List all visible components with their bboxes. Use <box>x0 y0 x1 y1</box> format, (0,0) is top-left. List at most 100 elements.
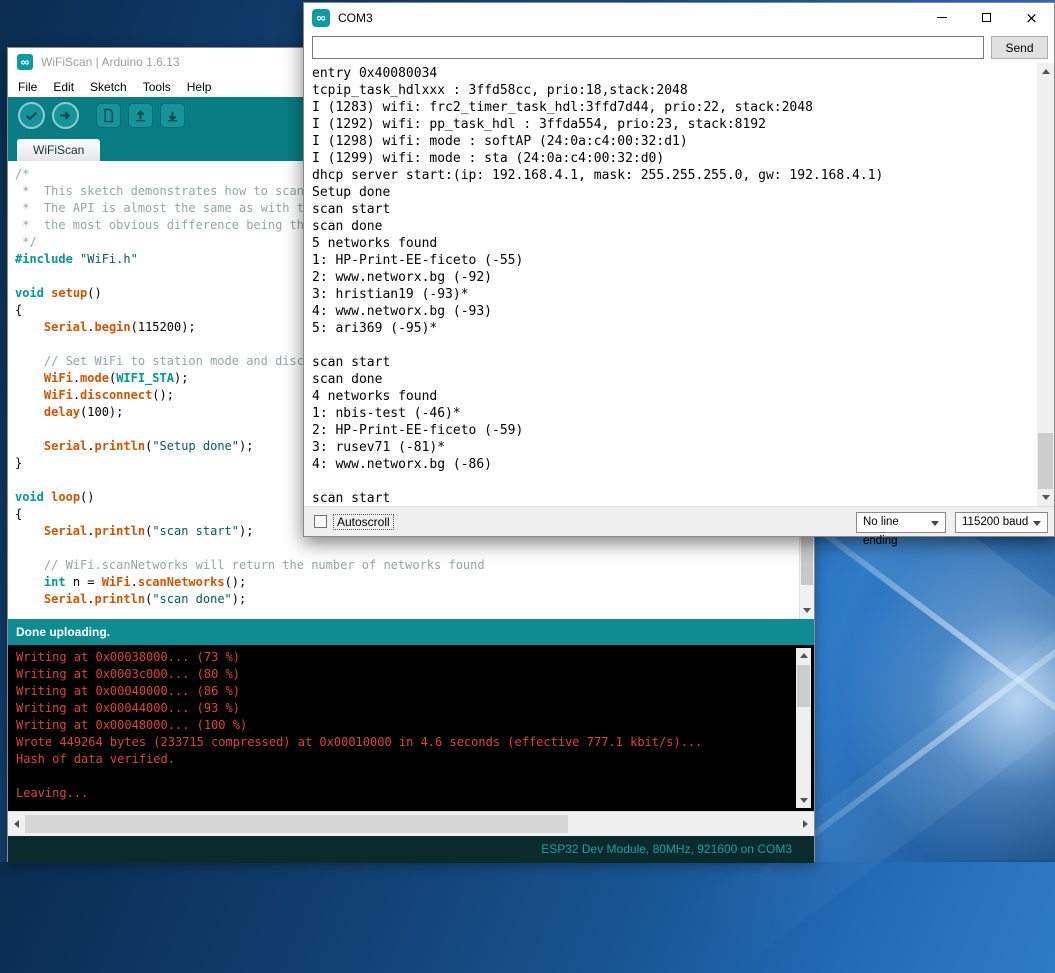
serial-output[interactable]: entry 0x40080034tcpip_task_hdlxxx : 3ffd… <box>305 63 1037 506</box>
serial-line: 4 networks found <box>312 388 1037 405</box>
console-scrollbar[interactable] <box>796 648 811 808</box>
serial-line: I (1283) wifi: frc2_timer_task_hdl:3ffd7… <box>312 99 1037 116</box>
serial-line: 5 networks found <box>312 235 1037 252</box>
serial-bottom-bar: Autoscroll No line ending 115200 baud <box>304 506 1054 536</box>
code-line: Serial.println("scan done"); <box>15 591 814 608</box>
tab-wifiscan[interactable]: WiFiScan <box>17 139 100 161</box>
scrollbar-thumb[interactable] <box>25 815 568 833</box>
scrollbar-thumb[interactable] <box>797 665 810 707</box>
triangle-down-icon <box>1042 495 1050 500</box>
new-sketch-button[interactable] <box>96 103 121 128</box>
scroll-down-button[interactable] <box>800 602 814 619</box>
menu-sketch[interactable]: Sketch <box>90 80 127 94</box>
code-line <box>15 540 814 557</box>
serial-line: Setup done <box>312 184 1037 201</box>
close-button[interactable]: × <box>1009 3 1054 32</box>
console-line: Writing at 0x00038000... (73 %) <box>16 649 806 666</box>
serial-line: scan start <box>312 490 1037 506</box>
serial-line: 2: www.networx.bg (-92) <box>312 269 1037 286</box>
triangle-left-icon <box>14 820 19 828</box>
scroll-up-button[interactable] <box>1037 63 1054 80</box>
ide-window-title: WiFiScan | Arduino 1.6.13 <box>41 55 180 69</box>
serial-line: scan start <box>312 201 1037 218</box>
scroll-down-button[interactable] <box>796 793 811 808</box>
arduino-logo-icon: ∞ <box>312 9 330 27</box>
line-ending-value: No line ending <box>863 516 899 547</box>
serial-line: 2: HP-Print-EE-ficeto (-59) <box>312 422 1037 439</box>
serial-line: 5: ari369 (-95)* <box>312 320 1037 337</box>
minimize-icon <box>937 17 947 18</box>
serial-monitor-window: ∞ COM3 × Send entry 0x40080034tcpip_task… <box>303 2 1055 537</box>
serial-line <box>312 337 1037 354</box>
upload-status-text: Done uploading. <box>16 625 110 639</box>
chevron-down-icon <box>931 521 939 526</box>
baud-select[interactable]: 115200 baud <box>955 512 1048 533</box>
scroll-right-button[interactable] <box>797 812 814 836</box>
window-controls: × <box>919 3 1054 32</box>
menu-edit[interactable]: Edit <box>53 80 74 94</box>
serial-line: tcpip_task_hdlxxx : 3ffd58cc, prio:18,st… <box>312 82 1037 99</box>
console-line <box>16 768 806 785</box>
console-line: Writing at 0x00040000... (86 %) <box>16 683 806 700</box>
code-line: int n = WiFi.scanNetworks(); <box>15 574 814 591</box>
triangle-up-icon <box>800 653 808 658</box>
upload-status-bar: Done uploading. <box>8 619 814 645</box>
console-line: Leaving... <box>16 785 806 802</box>
maximize-button[interactable] <box>964 3 1009 32</box>
serial-line: 1: HP-Print-EE-ficeto (-55) <box>312 252 1037 269</box>
line-ending-select[interactable]: No line ending <box>856 512 946 533</box>
serial-line: 1: nbis-test (-46)* <box>312 405 1037 422</box>
baud-value: 115200 baud <box>962 516 1028 528</box>
check-icon <box>24 108 39 123</box>
scroll-down-button[interactable] <box>1037 489 1054 506</box>
arduino-logo-icon: ∞ <box>17 54 33 70</box>
serial-input[interactable] <box>312 36 984 59</box>
menu-help[interactable]: Help <box>187 80 212 94</box>
arrow-down-icon <box>165 108 180 123</box>
serial-line: scan done <box>312 371 1037 388</box>
maximize-icon <box>982 13 991 22</box>
triangle-down-icon <box>803 608 811 613</box>
scrollbar-thumb[interactable] <box>1038 433 1053 489</box>
chevron-down-icon <box>1033 521 1041 526</box>
send-button[interactable]: Send <box>991 36 1048 59</box>
serial-line: 3: hristian19 (-93)* <box>312 286 1037 303</box>
arrow-right-icon <box>58 108 73 123</box>
code-line: // WiFi.scanNetworks will return the num… <box>15 557 814 574</box>
arrow-up-icon <box>133 108 148 123</box>
document-icon <box>101 108 116 123</box>
save-sketch-button[interactable] <box>160 103 185 128</box>
autoscroll-label[interactable]: Autoscroll <box>333 514 394 530</box>
console-line: Hash of data verified. <box>16 751 806 768</box>
serial-window-title: COM3 <box>338 11 373 25</box>
scroll-up-button[interactable] <box>796 648 811 663</box>
serial-line: dhcp server start:(ip: 192.168.4.1, mask… <box>312 167 1037 184</box>
upload-button[interactable] <box>52 102 79 129</box>
serial-line: 4: www.networx.bg (-93) <box>312 303 1037 320</box>
console-line: Writing at 0x00044000... (93 %) <box>16 700 806 717</box>
serial-line: I (1299) wifi: mode : sta (24:0a:c4:00:3… <box>312 150 1037 167</box>
scroll-left-button[interactable] <box>8 812 25 836</box>
triangle-up-icon <box>1042 69 1050 74</box>
autoscroll-checkbox[interactable] <box>314 515 327 528</box>
console-line: Writing at 0x00048000... (100 %) <box>16 717 806 734</box>
console-line: Writing at 0x0003c000... (80 %) <box>16 666 806 683</box>
open-sketch-button[interactable] <box>128 103 153 128</box>
serial-line: entry 0x40080034 <box>312 65 1037 82</box>
console-horizontal-scrollbar[interactable] <box>8 811 814 836</box>
board-info-text: ESP32 Dev Module, 80MHz, 921600 on COM3 <box>8 836 814 863</box>
serial-line: I (1292) wifi: pp_task_hdl : 3ffda554, p… <box>312 116 1037 133</box>
triangle-down-icon <box>800 798 808 803</box>
menu-tools[interactable]: Tools <box>143 80 171 94</box>
serial-scrollbar[interactable] <box>1037 63 1054 506</box>
serial-titlebar[interactable]: ∞ COM3 × <box>304 3 1054 33</box>
verify-button[interactable] <box>18 102 45 129</box>
serial-line: scan start <box>312 354 1037 371</box>
menu-file[interactable]: File <box>18 80 37 94</box>
serial-line: 4: www.networx.bg (-86) <box>312 456 1037 473</box>
tab-label: WiFiScan <box>33 143 84 157</box>
minimize-button[interactable] <box>919 3 964 32</box>
ide-status-footer: ESP32 Dev Module, 80MHz, 921600 on COM3 <box>8 836 814 863</box>
serial-line: I (1298) wifi: mode : softAP (24:0a:c4:0… <box>312 133 1037 150</box>
console-output[interactable]: Writing at 0x00038000... (73 %)Writing a… <box>8 645 814 811</box>
